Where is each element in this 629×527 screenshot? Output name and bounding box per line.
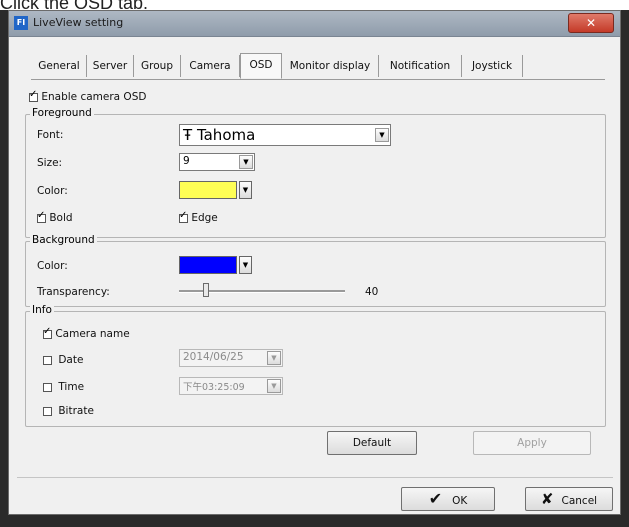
tab-general[interactable]: General bbox=[32, 55, 87, 77]
size-value: 9 bbox=[183, 155, 190, 167]
chevron-down-icon[interactable]: ▼ bbox=[375, 128, 389, 142]
edge-checkbox[interactable] bbox=[179, 210, 188, 223]
app-icon: FI bbox=[14, 16, 28, 30]
time-checkbox[interactable] bbox=[43, 382, 52, 392]
bold-checkbox[interactable] bbox=[37, 210, 46, 223]
bitrate-label: Bitrate bbox=[58, 405, 94, 417]
transparency-slider-thumb[interactable] bbox=[203, 283, 209, 297]
background-color-swatch[interactable] bbox=[179, 256, 237, 274]
bold-checkbox-row[interactable]: Bold bbox=[37, 210, 73, 224]
tab-notification[interactable]: Notification bbox=[379, 55, 462, 77]
date-label: Date bbox=[58, 354, 84, 366]
size-label: Size: bbox=[37, 157, 63, 169]
liveview-setting-dialog: FI LiveView setting ✕ General Server Gro… bbox=[8, 10, 621, 515]
footer-divider bbox=[17, 477, 613, 478]
tab-osd[interactable]: OSD bbox=[240, 53, 282, 79]
size-select[interactable]: 9 ▼ bbox=[179, 153, 255, 171]
edge-checkbox-row[interactable]: Edge bbox=[179, 210, 218, 224]
info-title: Info bbox=[30, 304, 54, 316]
font-type-icon: Ŧ bbox=[183, 126, 197, 144]
background-title: Background bbox=[30, 234, 97, 246]
camera-name-checkbox[interactable] bbox=[43, 326, 52, 339]
foreground-color-swatch[interactable] bbox=[179, 181, 237, 199]
edge-label: Edge bbox=[191, 212, 218, 224]
chevron-down-icon[interactable]: ▼ bbox=[267, 351, 281, 365]
enable-osd-label: Enable camera OSD bbox=[41, 91, 147, 103]
foreground-color-label: Color: bbox=[37, 185, 68, 197]
window-title: LiveView setting bbox=[33, 16, 124, 29]
foreground-title: Foreground bbox=[30, 107, 94, 119]
title-bar[interactable]: FI LiveView setting ✕ bbox=[9, 11, 620, 37]
font-label: Font: bbox=[37, 129, 64, 141]
x-icon: ✘ bbox=[540, 490, 554, 508]
apply-button[interactable]: Apply bbox=[473, 431, 591, 455]
close-button[interactable]: ✕ bbox=[568, 13, 614, 33]
cancel-label: Cancel bbox=[561, 495, 598, 507]
chevron-down-icon[interactable]: ▼ bbox=[267, 379, 281, 393]
tab-server[interactable]: Server bbox=[87, 55, 134, 77]
camera-name-label: Camera name bbox=[55, 328, 130, 340]
transparency-label: Transparency: bbox=[37, 286, 110, 298]
bitrate-checkbox-row[interactable]: Bitrate bbox=[43, 405, 94, 417]
tab-camera[interactable]: Camera bbox=[181, 55, 240, 77]
checkmark-icon: ✔ bbox=[428, 489, 443, 508]
tab-joystick[interactable]: Joystick bbox=[462, 55, 523, 77]
time-checkbox-row[interactable]: Time bbox=[43, 381, 84, 393]
ok-label: OK bbox=[452, 495, 468, 507]
enable-osd-checkbox-row[interactable]: Enable camera OSD bbox=[29, 89, 147, 103]
tab-group[interactable]: Group bbox=[134, 55, 181, 77]
date-value: 2014/06/25 bbox=[183, 351, 244, 363]
default-button[interactable]: Default bbox=[327, 431, 417, 455]
date-checkbox[interactable] bbox=[43, 355, 52, 365]
font-select[interactable]: Ŧ Tahoma ▼ bbox=[179, 124, 391, 146]
time-select[interactable]: 下午03:25:09 ▼ bbox=[179, 377, 283, 395]
bold-label: Bold bbox=[49, 212, 73, 224]
date-checkbox-row[interactable]: Date bbox=[43, 354, 83, 366]
time-value: 下午03:25:09 bbox=[183, 382, 245, 393]
chevron-down-icon[interactable]: ▼ bbox=[239, 181, 252, 199]
font-value: Ŧ Tahoma bbox=[183, 126, 256, 144]
transparency-value: 40 bbox=[365, 286, 379, 298]
cancel-button[interactable]: ✘ Cancel bbox=[525, 487, 613, 511]
chevron-down-icon[interactable]: ▼ bbox=[239, 256, 252, 274]
enable-osd-checkbox[interactable] bbox=[29, 89, 38, 102]
time-label: Time bbox=[58, 381, 85, 393]
bitrate-checkbox[interactable] bbox=[43, 406, 52, 416]
chevron-down-icon[interactable]: ▼ bbox=[239, 155, 253, 169]
background-group: Background bbox=[25, 234, 606, 307]
background-color-label: Color: bbox=[37, 260, 68, 272]
date-select[interactable]: 2014/06/25 ▼ bbox=[179, 349, 283, 367]
tab-monitor-display[interactable]: Monitor display bbox=[282, 55, 379, 77]
camera-name-checkbox-row[interactable]: Camera name bbox=[43, 326, 130, 340]
ok-button[interactable]: ✔ OK bbox=[401, 487, 495, 511]
